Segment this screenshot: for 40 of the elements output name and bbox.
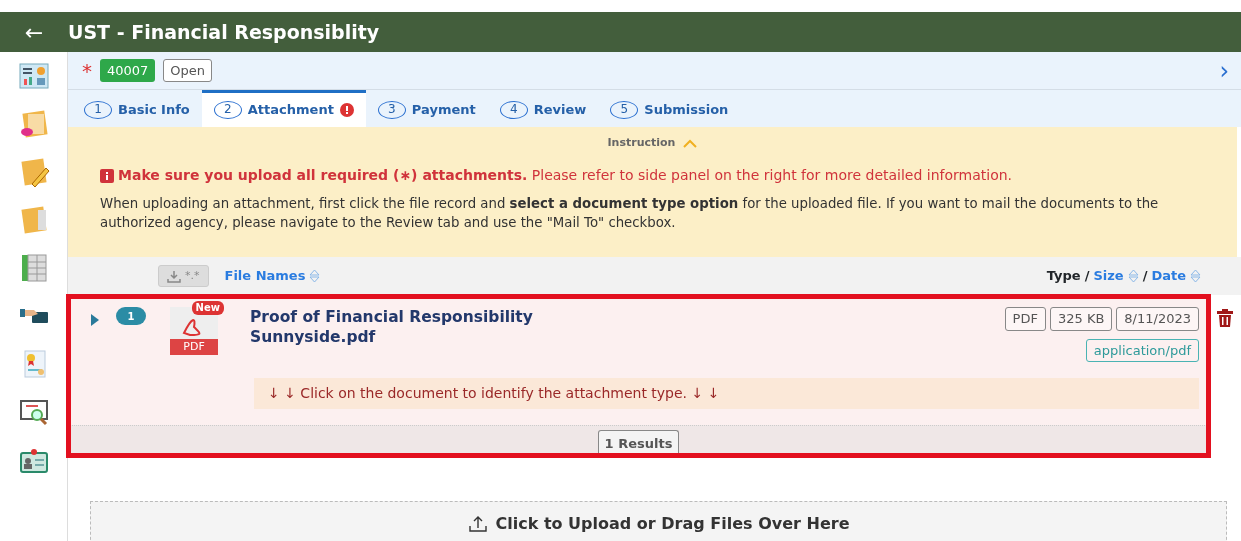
sort-link[interactable]: Size (1093, 266, 1124, 286)
warning-text: Make sure you upload all required (∗) attachments. Please refer to side panel on the right for more detailed information. (118, 166, 1013, 185)
sort-icon[interactable] (309, 269, 321, 283)
back-button[interactable]: ← (0, 14, 68, 50)
tab[interactable]: 4 Review (487, 90, 599, 127)
sort-icon[interactable] (1190, 269, 1201, 283)
info-icon (100, 168, 114, 183)
upload-label: Click to Upload or Drag Files Over Here (495, 512, 850, 535)
file-date: 8/11/2023 (1116, 307, 1199, 331)
next-button[interactable]: › (1207, 58, 1241, 83)
page-title: UST - Financial Responsiblity (68, 19, 380, 45)
index-badge: 1 (116, 307, 146, 325)
mime-type: application/pdf (1085, 338, 1199, 362)
tab[interactable]: 1 Basic Info (72, 90, 202, 127)
instruction-title: Instruction (607, 134, 676, 151)
status-label: Open (163, 58, 213, 83)
required-mark: * (82, 57, 92, 85)
results-count: 1 Results (597, 429, 680, 455)
upload-area[interactable]: Click to Upload or Drag Files Over Here (90, 501, 1227, 541)
tab[interactable]: 3 Payment (365, 90, 488, 127)
hint-text: ↓ ↓ Click on the document to identify the attachment type. ↓ ↓ (254, 378, 1199, 409)
sort-link[interactable]: Date (1151, 266, 1186, 286)
file-type: PDF (1004, 307, 1046, 331)
tab[interactable]: 5 Submission (598, 90, 741, 127)
download-icon (167, 269, 181, 283)
file-size: 325 KB (1049, 307, 1113, 331)
sort-icon[interactable] (1127, 269, 1139, 283)
dashboard-icon[interactable] (17, 60, 50, 92)
sort-link[interactable]: File Names (224, 266, 306, 286)
separator: / (1142, 267, 1148, 286)
file-name[interactable]: Proof of Financial Responsibility Sunnyside.pdf (250, 307, 590, 348)
instruction-text: When uploading an attachment, first click the file record and select a document type option for the uploaded file. If you want to mail the documents to the authorized agency, please navigate to the Review tab and use the "Mail To" checkbox. (100, 195, 1160, 233)
delete-icon[interactable] (1217, 308, 1233, 327)
upload-icon (467, 514, 488, 533)
tab[interactable]: 2 Attachment (201, 90, 366, 127)
separator: / (1084, 267, 1090, 286)
new-tag: New (191, 301, 224, 315)
column-label: Type (1046, 267, 1081, 286)
record-id: 40007 (100, 58, 156, 83)
file-type-label: PDF (170, 339, 218, 355)
